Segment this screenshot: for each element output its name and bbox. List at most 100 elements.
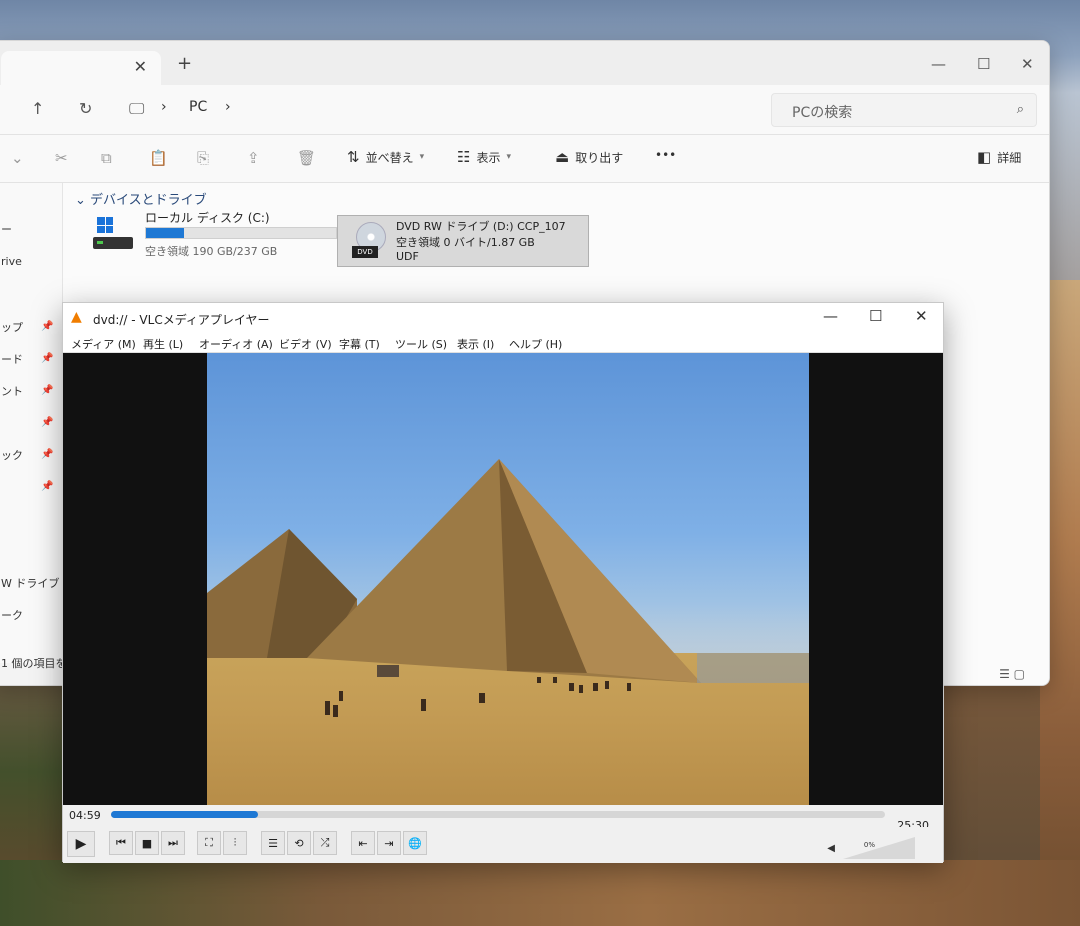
view-toggle-icons[interactable]: ☰ ▢ — [999, 667, 1025, 681]
shuffle-button[interactable]: ⤮ — [313, 831, 337, 855]
search-placeholder: PCの検索 — [792, 105, 853, 121]
seek-bar-area: 04:59 25:30 — [63, 805, 943, 832]
volume-label: 0% — [863, 841, 875, 849]
drive-d-filesystem: UDF — [396, 250, 419, 263]
menu-subtitle[interactable]: 字幕 (T) — [339, 336, 380, 352]
monitor-icon: 🖵 — [129, 99, 145, 118]
frame-back-button[interactable]: ⇤ — [351, 831, 375, 855]
delete-icon[interactable]: 🗑 — [297, 149, 316, 167]
playback-controls: ▶ ⏮ ■ ⏭ ⛶ ⫶ ☰ ⟲ ⤮ ⇤ ⇥ 🌐 ◀ 0% — [63, 827, 943, 863]
explorer-titlebar: ✕ + — ☐ ✕ — [0, 41, 1049, 85]
paste-icon[interactable]: 📋 — [149, 149, 168, 167]
details-label: 詳細 — [997, 150, 1022, 165]
menu-media[interactable]: メディア (M) — [71, 336, 136, 352]
drive-d-tile[interactable]: DVD DVD RW ドライブ (D:) CCP_107 空き領域 0 バイト/… — [337, 215, 589, 267]
view-button[interactable]: ☷ 表示 ▾ — [457, 148, 511, 166]
breadcrumb-separator: › — [161, 99, 167, 115]
sidebar-item[interactable]: ップ — [1, 319, 23, 335]
section-header-devices[interactable]: ⌄ デバイスとドライブ — [75, 189, 207, 208]
maximize-icon[interactable]: ☐ — [869, 307, 882, 325]
details-button[interactable]: ◧ 詳細 — [977, 148, 1021, 166]
sidebar-item[interactable]: ント — [1, 383, 23, 399]
minimize-icon[interactable]: — — [931, 55, 946, 73]
more-icon: ••• — [655, 148, 677, 162]
search-input[interactable]: PCの検索 ⌕ — [771, 93, 1037, 127]
frame-back-icon: ⇤ — [358, 836, 368, 850]
desktop-wallpaper-bottom — [0, 860, 1080, 926]
stop-button[interactable]: ■ — [135, 831, 159, 855]
playlist-button[interactable]: ☰ — [261, 831, 285, 855]
desktop-wallpaper-left — [0, 672, 62, 872]
chevron-down-icon: ⌄ — [75, 193, 91, 208]
next-icon: ⏭ — [168, 836, 178, 849]
sort-icon: ⇅ — [347, 148, 360, 166]
playlist-icon: ☰ — [268, 836, 278, 850]
sidebar-item[interactable]: ード — [1, 351, 23, 367]
pin-icon: 📌 — [41, 321, 54, 332]
close-icon[interactable]: ✕ — [1021, 55, 1034, 73]
video-display[interactable] — [63, 353, 943, 805]
breadcrumb-chevron[interactable]: › — [225, 99, 231, 115]
drive-d-name: DVD RW ドライブ (D:) CCP_107 — [396, 220, 566, 233]
menu-video[interactable]: ビデオ (V) — [279, 336, 332, 352]
rename-icon[interactable]: ⎘ — [197, 149, 209, 167]
more-options-button[interactable]: ••• — [655, 148, 676, 162]
vlc-menubar: メディア (M) 再生 (L) オーディオ (A) ビデオ (V) 字幕 (T)… — [63, 333, 943, 353]
up-arrow-icon[interactable]: ↑ — [31, 99, 44, 118]
dvd-badge: DVD — [352, 246, 378, 258]
sidebar-item[interactable]: ック — [1, 447, 23, 463]
video-frame-pyramids — [207, 353, 809, 805]
frame-forward-icon: ⇥ — [384, 836, 394, 850]
sort-label: 並べ替え — [365, 150, 414, 165]
local-disk-icon — [93, 217, 137, 257]
menu-view[interactable]: 表示 (I) — [457, 336, 494, 352]
close-tab-icon[interactable]: ✕ — [134, 57, 147, 76]
explorer-tab[interactable]: ✕ — [1, 51, 161, 85]
sidebar-item-dvd-drive[interactable]: W ドライブ — [1, 575, 59, 591]
play-button[interactable]: ▶ — [67, 831, 95, 857]
sidebar-item[interactable]: rive — [1, 255, 22, 268]
drive-c-tile[interactable]: ローカル ディスク (C:) 空き領域 190 GB/237 GB — [93, 209, 337, 269]
previous-button[interactable]: ⏮ — [109, 831, 133, 855]
command-bar: ⌄ ✂ ⧉ 📋 ⎘ ⇪ 🗑 ⇅ 並べ替え ▾ ☷ 表示 ▾ ⏏ 取り出す •••… — [0, 135, 1049, 183]
minimize-icon[interactable]: — — [823, 307, 838, 325]
breadcrumb-pc[interactable]: PC — [189, 99, 207, 115]
next-button[interactable]: ⏭ — [161, 831, 185, 855]
menu-help[interactable]: ヘルプ (H) — [509, 336, 562, 352]
share-icon[interactable]: ⇪ — [247, 149, 260, 167]
view-label: 表示 — [476, 150, 501, 165]
speaker-icon[interactable]: ◀ — [827, 843, 835, 854]
drive-d-free-space: 空き領域 0 バイト/1.87 GB — [396, 236, 535, 249]
sort-button[interactable]: ⇅ 並べ替え ▾ — [347, 148, 424, 166]
copy-icon[interactable]: ⧉ — [101, 149, 112, 167]
status-bar-text: 1 個の項目を — [1, 657, 67, 670]
menu-audio[interactable]: オーディオ (A) — [199, 336, 273, 352]
loop-button[interactable]: ⟲ — [287, 831, 311, 855]
eject-button[interactable]: ⏏ 取り出す — [555, 148, 623, 166]
search-icon[interactable]: ⌕ — [1017, 102, 1024, 117]
volume-slider[interactable]: 0% — [841, 837, 915, 859]
sidebar-item-network[interactable]: ーク — [1, 607, 23, 623]
refresh-icon[interactable]: ↻ — [79, 99, 92, 118]
seek-slider[interactable] — [111, 811, 885, 818]
menu-playback[interactable]: 再生 (L) — [143, 336, 183, 352]
new-chevron-icon[interactable]: ⌄ — [11, 149, 24, 167]
pyramids-scene — [207, 459, 809, 717]
section-header-label: デバイスとドライブ — [90, 193, 207, 208]
new-tab-icon[interactable]: + — [177, 53, 192, 74]
details-pane-icon: ◧ — [977, 148, 992, 166]
previous-icon: ⏮ — [116, 836, 126, 849]
close-icon[interactable]: ✕ — [915, 307, 928, 325]
sidebar-item[interactable]: ー — [1, 221, 12, 237]
frame-forward-button[interactable]: ⇥ — [377, 831, 401, 855]
cut-icon[interactable]: ✂ — [55, 149, 68, 167]
web-button[interactable]: 🌐 — [403, 831, 427, 855]
shuffle-icon: ⤮ — [320, 836, 330, 849]
loop-icon: ⟲ — [294, 836, 304, 850]
vlc-titlebar: ▲ dvd:// - VLCメディアプレイヤー — ☐ ✕ — [63, 303, 943, 333]
navigation-pane: ー rive ップ 📌 ード 📌 ント 📌 📌 ック 📌 📌 W ドライブ ーク — [0, 183, 63, 663]
menu-tools[interactable]: ツール (S) — [395, 336, 447, 352]
extended-settings-button[interactable]: ⫶ — [223, 831, 247, 855]
fullscreen-button[interactable]: ⛶ — [197, 831, 221, 855]
maximize-icon[interactable]: ☐ — [977, 55, 990, 73]
